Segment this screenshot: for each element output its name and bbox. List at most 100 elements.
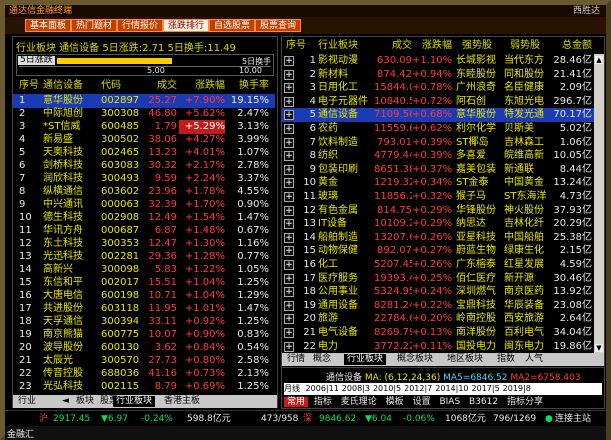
- rcol-strong[interactable]: 强势股: [462, 39, 506, 53]
- expand-icon[interactable]: +: [284, 341, 294, 352]
- rcol-amount[interactable]: 总金额: [554, 39, 592, 53]
- expand-icon[interactable]: +: [284, 178, 294, 189]
- expand-icon[interactable]: +: [284, 232, 294, 243]
- right-tab-popularity[interactable]: 人气: [522, 354, 546, 365]
- period-label[interactable]: 月线: [284, 384, 300, 393]
- stock-row[interactable]: 22 传音控股 688036 41.16 +0.73% 2.13%: [13, 367, 275, 381]
- stock-row[interactable]: 6 剑桥科技 603083 30.32 +2.17% 2.78%: [13, 159, 275, 173]
- sector-row[interactable]: +20旅游 22784.69+0.20% 岭南控股西安旅游 2.64亿: [282, 312, 594, 326]
- stock-row[interactable]: 7 润欣科技 300493 9.59 +2.24% 3.37%: [13, 172, 275, 186]
- sector-row[interactable]: +4电子元器件 10840.54+0.72% 阿石创 东旭光电 296.7亿: [282, 95, 594, 109]
- sector-row[interactable]: +2 新材料 874.42 +0.94% 东睦股份 同和股份 21.41亿: [282, 68, 594, 82]
- right-tab-region-board[interactable]: 地区板块: [444, 354, 486, 365]
- expand-icon[interactable]: +: [284, 137, 294, 148]
- btn-share[interactable]: 指标分享: [504, 397, 546, 407]
- left-tab-board[interactable]: 板块: [73, 396, 97, 407]
- left-tab-industry[interactable]: 行业: [15, 396, 39, 407]
- sector-row[interactable]: +7 饮料制造 793.01 +0.39% ST椰岛 吉林森工 1.06亿: [282, 136, 594, 150]
- stock-row[interactable]: 1 意华股份 002897 25.27 +7.90% 19.15%: [13, 94, 275, 108]
- expand-icon[interactable]: +: [284, 69, 294, 80]
- col-index[interactable]: 序号: [19, 79, 41, 93]
- rcol-price[interactable]: 成交: [374, 39, 412, 53]
- expand-icon[interactable]: +: [284, 273, 294, 284]
- right-tab-industry-board[interactable]: 行业板块: [344, 354, 387, 365]
- expand-icon[interactable]: +: [284, 124, 294, 134]
- expand-icon[interactable]: +: [284, 110, 294, 121]
- sector-row[interactable]: +17医疗服务 19393.44+0.25% 佰仁医疗新开源 30.46亿: [282, 272, 594, 286]
- toolbar-tab-quotes[interactable]: 行情报价: [117, 19, 164, 32]
- scroll-up-icon[interactable]: ▲: [595, 56, 603, 64]
- toolbar-tab-search[interactable]: 股票查询: [255, 19, 302, 32]
- left-tab-hk-main[interactable]: 香港主板: [161, 396, 203, 407]
- sector-row[interactable]: +3日用化工 15844.07+0.78% 广州浪奇名臣健康 2.09亿: [282, 81, 594, 95]
- left-tab-industry-board[interactable]: 行业板块: [113, 396, 156, 407]
- sector-row[interactable]: +18 公用事业 5324.95 +0.24% 深圳燃气 南京医药 13.92亿: [282, 285, 594, 299]
- rcol-weak[interactable]: 弱势股: [510, 39, 554, 53]
- stock-row[interactable]: 15 东信和平 002017 15.51 +1.04% 1.25%: [13, 276, 275, 290]
- expand-icon[interactable]: +: [284, 219, 294, 230]
- sector-row[interactable]: +14船舶制造 13207.63+0.26% 亚星科技中国船舶 25.38亿: [282, 231, 594, 245]
- expand-icon[interactable]: +: [284, 56, 294, 66]
- expand-icon[interactable]: +: [284, 314, 294, 325]
- rcol-change[interactable]: 涨跌幅: [412, 39, 452, 53]
- right-tab-quotes[interactable]: 行情: [284, 354, 308, 365]
- connection-status[interactable]: 连接主站: [555, 411, 591, 427]
- sector-row[interactable]: +8 纺织 4779.44 +0.39% 多喜爱 皖维高新 10.05亿: [282, 149, 594, 163]
- btn-bias[interactable]: BIAS: [436, 397, 463, 407]
- stock-row[interactable]: 4 新易盛 300502 38.06 +4.27% 3.99%: [13, 133, 275, 147]
- sector-row[interactable]: +16 化工 5207.45 +0.26% 广东榕泰 红星发展 4.59亿: [282, 258, 594, 272]
- stock-row[interactable]: 17 共进股份 603118 11.95 +1.01% 1.47%: [13, 302, 275, 316]
- btn-indicator[interactable]: 指标: [311, 397, 335, 407]
- sector-row[interactable]: +11玻璃 11856.23+0.32% 猴子马 ST东海洋 4.73亿: [282, 190, 594, 204]
- sector-row[interactable]: +15 动物保健 892.07 +0.27% 蔚蓝生物 绿康生化 2.15亿: [282, 244, 594, 258]
- stock-row[interactable]: 3 *ST信威 600485 1.79 +5.29% 3.13%: [13, 120, 275, 134]
- stock-row[interactable]: 9 中兴通讯 000063 32.39 +1.70% 0.90%: [13, 198, 275, 212]
- expand-icon[interactable]: +: [284, 83, 294, 94]
- btn-settings[interactable]: 设置: [410, 397, 434, 407]
- expand-icon[interactable]: +: [284, 96, 294, 107]
- stock-row[interactable]: 11 华讯方舟 000687 6.87 +1.48% 0.67%: [13, 224, 275, 238]
- mini-tab[interactable]: 5日涨跌: [18, 56, 55, 65]
- scroll-down-icon[interactable]: ▼: [595, 344, 603, 352]
- stock-row[interactable]: 10 德生科技 002908 12.49 +1.54% 1.47%: [13, 211, 275, 225]
- sector-row[interactable]: +21 电气设备 8269.79 +0.13% 南洋股份 百利电气 34.04亿: [282, 326, 594, 340]
- expand-icon[interactable]: +: [284, 260, 294, 270]
- rcol-index[interactable]: 序号: [286, 39, 310, 53]
- sector-row[interactable]: +13IT设备 10109.20+0.29% 纳思达 吉林化纤 20.29亿: [282, 217, 594, 231]
- expand-icon[interactable]: +: [284, 205, 294, 216]
- expand-icon[interactable]: +: [284, 246, 294, 257]
- stock-row[interactable]: 16 大唐电信 600198 10.71 +1.04% 1.29%: [13, 289, 275, 303]
- sector-row[interactable]: +19 通用设备 8281.24 +0.22% 宝鼎科技 华辰装备 23.08亿: [282, 299, 594, 313]
- expand-icon[interactable]: +: [284, 300, 294, 311]
- sector-row[interactable]: +1 影视动漫 630.09 +1.10% 长城影视 当代东方 28.46亿: [282, 54, 594, 68]
- col-change[interactable]: 涨跌幅: [179, 79, 225, 93]
- sector-row[interactable]: +6农药 11559.61+0.62% 利尔化学贝斯美 5.02亿: [282, 122, 594, 136]
- btn-b3612[interactable]: B3612: [466, 397, 501, 407]
- expand-icon[interactable]: +: [284, 164, 294, 175]
- left-scroll-left[interactable]: ◄: [59, 396, 72, 407]
- btn-template[interactable]: 模板: [383, 397, 407, 407]
- stock-row[interactable]: 18 天孚通信 300394 33.11 +0.92% 1.25%: [13, 315, 275, 329]
- expand-icon[interactable]: +: [284, 192, 294, 202]
- right-scrollbar[interactable]: ▲ ▼: [594, 54, 604, 354]
- expand-icon[interactable]: +: [284, 328, 294, 338]
- stock-row[interactable]: 12 东土科技 300353 12.47 +1.30% 1.16%: [13, 237, 275, 251]
- expand-icon[interactable]: +: [284, 151, 294, 162]
- col-turnover[interactable]: 换手率: [227, 79, 269, 93]
- stock-row[interactable]: 8 纵横通信 603602 23.96 +1.78% 4.55%: [13, 185, 275, 199]
- col-name[interactable]: 通信设备: [43, 79, 99, 93]
- sector-row[interactable]: +5 通信设备 7109.56 +0.68% 意华股份 特发光通 70.17亿: [282, 108, 594, 123]
- sector-row[interactable]: +22 电力 3772.22 +0.11% 国投电力 闽东电力 19.86亿: [282, 340, 594, 354]
- sector-row[interactable]: +10 黄金 1219.32 +0.34% ST金泰 中国黄金 13.24亿: [282, 176, 594, 190]
- rcol-sector[interactable]: 行业板块: [318, 39, 374, 53]
- right-tab-index[interactable]: 指数: [494, 354, 518, 365]
- stock-row[interactable]: 13 光迅科技 002281 29.36 +1.28% 0.77%: [13, 250, 275, 264]
- right-tab-concept-board[interactable]: 概念板块: [394, 354, 436, 365]
- stock-row[interactable]: 19 南京熊猫 600775 10.07 +0.90% 0.83%: [13, 328, 275, 342]
- stock-row[interactable]: 2 中际旭创 300308 46.80 +5.62% 2.47%: [13, 107, 275, 121]
- col-code[interactable]: 代码: [101, 79, 141, 93]
- toolbar-tab-basic[interactable]: 基本面板: [25, 19, 72, 32]
- col-price[interactable]: 成交: [141, 79, 177, 93]
- toolbar-tab-rank[interactable]: 涨跌排行: [163, 19, 210, 32]
- stock-row[interactable]: 20 波导股份 600130 3.62 +0.84% 0.54%: [13, 341, 275, 355]
